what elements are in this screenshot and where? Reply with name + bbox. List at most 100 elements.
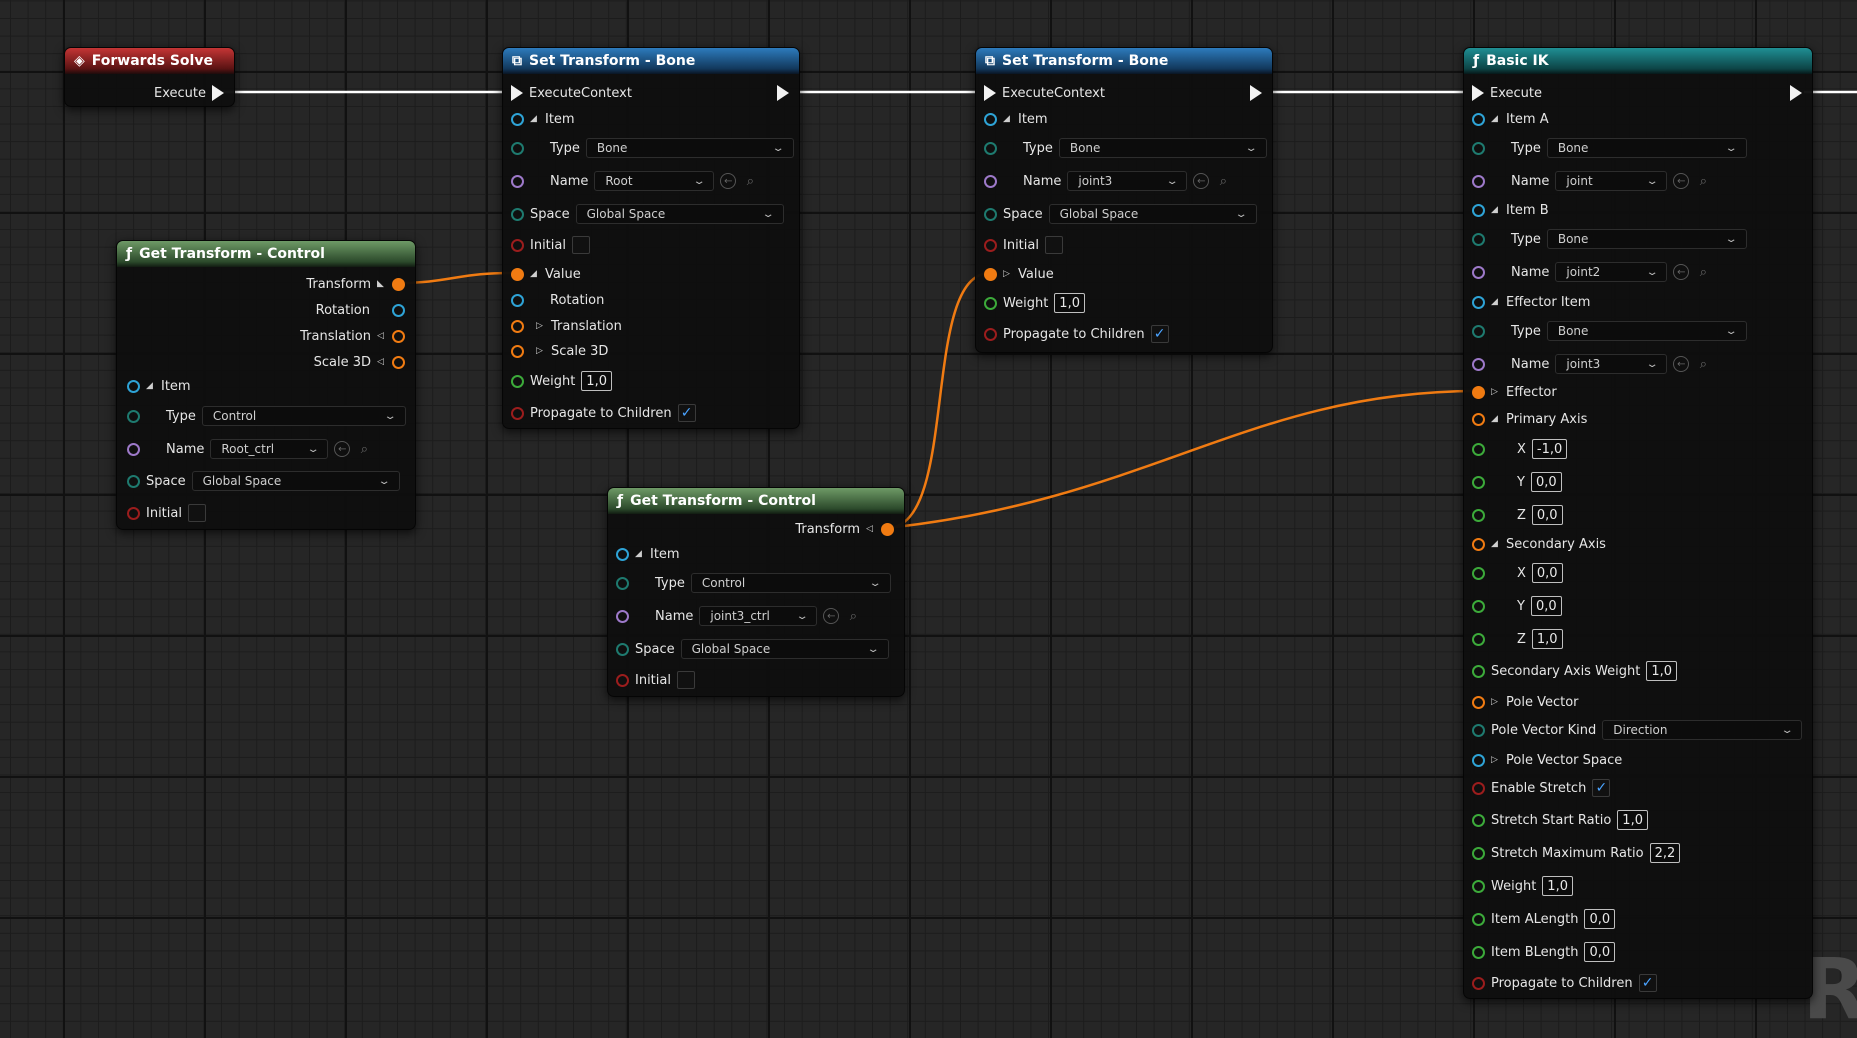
effector-item-pin[interactable]	[1472, 295, 1485, 309]
type-dropdown[interactable]: Bone ⌄	[1058, 138, 1267, 158]
secondary-y-pin[interactable]	[1472, 599, 1485, 613]
propagate-in-pin[interactable]	[984, 327, 997, 341]
secondary-weight-field[interactable]: 1,0	[1646, 661, 1678, 681]
get-transform-joint3-header[interactable]: ƒ Get Transform - Control	[608, 488, 904, 514]
basic-ik-node[interactable]: ƒ Basic IK Execute ◢ Item A Type Bone ⌄ Name…	[1463, 47, 1813, 999]
propagate-in-pin[interactable]	[511, 406, 524, 420]
effector-type-dropdown[interactable]: Bone ⌄	[1546, 321, 1747, 341]
space-in-pin[interactable]	[511, 207, 524, 221]
item-b-type-pin[interactable]	[1472, 232, 1485, 246]
get-transform-root-header[interactable]: ƒ Get Transform - Control	[117, 241, 415, 267]
initial-checkbox[interactable]	[1044, 236, 1063, 254]
search-icon[interactable]: ⌕	[1695, 173, 1711, 189]
item-a-pin[interactable]	[1472, 112, 1485, 126]
secondary-x-field[interactable]: 0,0	[1531, 563, 1563, 583]
exec-in-pin[interactable]	[1472, 85, 1484, 101]
item-a-type-pin[interactable]	[1472, 141, 1485, 155]
item-b-name-pin[interactable]	[1472, 265, 1485, 279]
translation-in-pin[interactable]	[511, 319, 524, 333]
name-in-pin[interactable]	[127, 442, 140, 456]
exec-out-pin[interactable]	[1250, 85, 1262, 101]
secondary-y-field[interactable]: 0,0	[1530, 596, 1562, 616]
type-in-pin[interactable]	[127, 409, 140, 423]
exec-in-pin[interactable]	[511, 85, 523, 101]
stretch-max-pin[interactable]	[1472, 846, 1485, 860]
rotation-out-pin[interactable]	[392, 303, 405, 317]
enable-stretch-checkbox[interactable]: ✓	[1592, 779, 1611, 797]
item-a-type-dropdown[interactable]: Bone ⌄	[1546, 138, 1747, 158]
exec-out-pin[interactable]	[212, 85, 224, 101]
set-transform-1-header[interactable]: ⧉ Set Transform - Bone	[503, 48, 799, 74]
weight-in-pin[interactable]	[511, 374, 524, 388]
weight-field[interactable]: 1,0	[1054, 293, 1085, 313]
initial-checkbox[interactable]	[187, 504, 206, 522]
item-b-name-dropdown[interactable]: joint2 ⌄	[1555, 262, 1668, 282]
blength-pin[interactable]	[1472, 945, 1485, 959]
primary-z-field[interactable]: 0,0	[1531, 505, 1563, 525]
item-in-pin[interactable]	[984, 112, 997, 126]
effector-name-dropdown[interactable]: joint3 ⌄	[1555, 354, 1668, 374]
set-transform-bone-1-node[interactable]: ⧉ Set Transform - Bone ExecuteContext ◢ It…	[502, 47, 800, 429]
blength-field[interactable]: 0,0	[1584, 942, 1616, 962]
type-in-pin[interactable]	[984, 141, 997, 155]
item-b-type-dropdown[interactable]: Bone ⌄	[1546, 229, 1747, 249]
type-dropdown[interactable]: Bone ⌄	[585, 138, 794, 158]
weight-field[interactable]: 1,0	[581, 371, 612, 391]
translation-out-pin[interactable]	[392, 329, 405, 343]
effector-pin[interactable]	[1472, 385, 1485, 399]
enable-stretch-pin[interactable]	[1472, 781, 1485, 795]
item-in-pin[interactable]	[511, 112, 524, 126]
basic-ik-header[interactable]: ƒ Basic IK	[1464, 48, 1812, 74]
forwards-solve-header[interactable]: ◈ Forwards Solve	[65, 48, 234, 74]
name-in-pin[interactable]	[984, 174, 997, 188]
propagate-checkbox[interactable]: ✓	[1150, 325, 1169, 343]
scale-in-pin[interactable]	[511, 344, 524, 358]
get-transform-root-node[interactable]: ƒ Get Transform - Control Transform ◣ Rota…	[116, 240, 416, 530]
search-icon[interactable]: ⌕	[742, 173, 758, 189]
value-in-pin[interactable]	[511, 267, 524, 281]
use-selected-icon[interactable]: ←	[823, 608, 840, 624]
initial-in-pin[interactable]	[616, 673, 629, 687]
space-dropdown[interactable]: Global Space ⌄	[575, 204, 784, 224]
rotation-in-pin[interactable]	[511, 293, 524, 307]
get-transform-joint3-node[interactable]: ƒ Get Transform - Control Transform ◁ ◢ Ite…	[607, 487, 905, 697]
stretch-start-pin[interactable]	[1472, 813, 1485, 827]
name-dropdown[interactable]: joint3 ⌄	[1067, 171, 1188, 191]
alength-field[interactable]: 0,0	[1584, 909, 1616, 929]
pole-vector-pin[interactable]	[1472, 695, 1485, 709]
pole-kind-dropdown[interactable]: Direction ⌄	[1602, 720, 1803, 740]
primary-x-pin[interactable]	[1472, 442, 1485, 456]
exec-out-pin[interactable]	[1790, 85, 1802, 101]
secondary-axis-pin[interactable]	[1472, 537, 1485, 551]
pole-kind-pin[interactable]	[1472, 723, 1485, 737]
item-in-pin[interactable]	[616, 547, 629, 561]
item-a-name-pin[interactable]	[1472, 174, 1485, 188]
stretch-start-field[interactable]: 1,0	[1617, 810, 1648, 830]
exec-out-pin[interactable]	[777, 85, 789, 101]
search-icon[interactable]: ⌕	[845, 608, 861, 624]
type-dropdown[interactable]: Control ⌄	[690, 573, 891, 593]
primary-axis-pin[interactable]	[1472, 412, 1485, 426]
item-a-name-dropdown[interactable]: joint ⌄	[1555, 171, 1668, 191]
space-in-pin[interactable]	[127, 474, 140, 488]
use-selected-icon[interactable]: ←	[1193, 173, 1210, 189]
initial-in-pin[interactable]	[127, 506, 140, 520]
weight-in-pin[interactable]	[984, 296, 997, 310]
name-dropdown[interactable]: joint3_ctrl ⌄	[699, 606, 818, 626]
use-selected-icon[interactable]: ←	[1673, 356, 1690, 372]
type-in-pin[interactable]	[616, 576, 629, 590]
propagate-pin[interactable]	[1472, 976, 1485, 990]
weight-field[interactable]: 1,0	[1542, 876, 1573, 896]
propagate-checkbox[interactable]: ✓	[677, 404, 696, 422]
use-selected-icon[interactable]: ←	[334, 441, 351, 457]
name-in-pin[interactable]	[616, 609, 629, 623]
pole-space-pin[interactable]	[1472, 753, 1485, 767]
exec-in-pin[interactable]	[984, 85, 996, 101]
scale-out-pin[interactable]	[392, 355, 405, 369]
space-dropdown[interactable]: Global Space ⌄	[191, 471, 400, 491]
forwards-solve-node[interactable]: ◈ Forwards Solve Execute	[64, 47, 235, 107]
use-selected-icon[interactable]: ←	[720, 173, 737, 189]
primary-y-pin[interactable]	[1472, 475, 1485, 489]
item-b-pin[interactable]	[1472, 203, 1485, 217]
initial-in-pin[interactable]	[984, 238, 997, 252]
